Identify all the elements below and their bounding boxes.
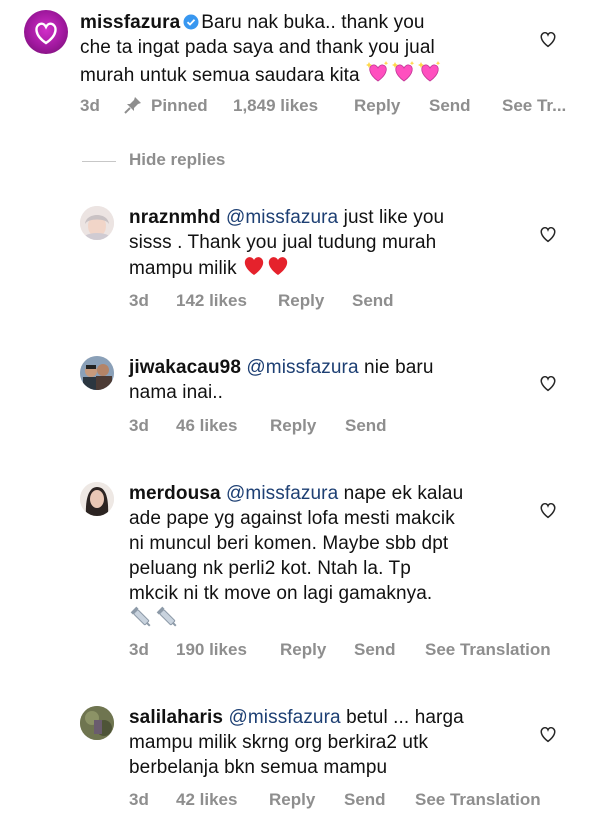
likes-count[interactable]: 42 likes: [176, 790, 237, 810]
reply-username[interactable]: salilaharis: [129, 707, 223, 728]
reply-text-line-4: peluang nk perli2 kot. Ntah la. Tp: [129, 558, 411, 579]
reply-text-line-1: nape ek kalau: [343, 483, 464, 504]
reply-merdousa: merdousa @missfazura nape ek kalau ade p…: [0, 476, 590, 666]
reply-meta: 3d 190 likes Reply Send See Translation: [129, 640, 589, 662]
replies-divider: [82, 161, 116, 162]
avatar-photo: [80, 356, 114, 390]
see-translation-button[interactable]: See Tr...: [502, 96, 566, 116]
reply-text-line-3: mampu milik: [129, 258, 237, 279]
reply-text-line-2: ade pape yg against lofa mesti makcik: [129, 508, 455, 529]
comment-username[interactable]: missfazura: [80, 12, 180, 33]
reply-text-line-1: just like you: [343, 207, 445, 228]
mention-link[interactable]: @missfazura: [226, 207, 338, 228]
avatar-photo: [80, 206, 114, 240]
see-translation-button[interactable]: See Translation: [425, 640, 551, 660]
likes-count[interactable]: 1,849 likes: [233, 96, 318, 116]
reply-salilaharis: salilaharis @missfazura betul ... harga …: [0, 700, 590, 824]
syringe-emoji: [129, 606, 155, 637]
likes-count[interactable]: 190 likes: [176, 640, 247, 660]
reply-body: jiwakacau98 @missfazura nie baru nama in…: [129, 355, 529, 405]
heart-sparkle-emoji: [391, 60, 417, 91]
reply-button[interactable]: Reply: [278, 291, 324, 311]
reply-meta: 3d 46 likes Reply Send: [129, 416, 569, 438]
avatar-merdousa[interactable]: [80, 482, 114, 516]
red-heart-emoji: [242, 255, 266, 284]
reply-username[interactable]: jiwakacau98: [129, 357, 241, 378]
heart-outline-icon[interactable]: [538, 30, 558, 48]
likes-count[interactable]: 142 likes: [176, 291, 247, 311]
reply-text-line-2: mampu milik skrng org berkira2 utk: [129, 732, 429, 753]
reply-body: merdousa @missfazura nape ek kalau ade p…: [129, 481, 539, 637]
avatar-nraznmhd[interactable]: [80, 206, 114, 240]
reply-text-line-1: nie baru: [364, 357, 434, 378]
avatar-photo: [80, 706, 114, 740]
reply-button[interactable]: Reply: [270, 416, 316, 436]
avatar-salilaharis[interactable]: [80, 706, 114, 740]
send-button[interactable]: Send: [429, 96, 471, 116]
send-button[interactable]: Send: [352, 291, 394, 311]
reply-username[interactable]: nraznmhd: [129, 207, 221, 228]
comment-text-line-3: murah untuk semua saudara kita: [80, 65, 360, 86]
reply-meta: 3d 142 likes Reply Send: [129, 291, 569, 313]
reply-text-line-1: betul ... harga: [346, 707, 464, 728]
reply-text-line-2: sisss . Thank you jual tudung murah: [129, 232, 437, 253]
reply-text-line-2: nama inai..: [129, 382, 224, 403]
reply-jiwakacau98: jiwakacau98 @missfazura nie baru nama in…: [0, 350, 590, 450]
reply-meta: 3d 42 likes Reply Send See Translation: [129, 790, 589, 812]
mention-link[interactable]: @missfazura: [226, 483, 338, 504]
send-button[interactable]: Send: [354, 640, 396, 660]
red-heart-emoji: [266, 255, 290, 284]
comment-text-line-2: che ta ingat pada saya and thank you jua…: [80, 37, 435, 58]
pin-icon: [124, 96, 142, 119]
avatar-photo: [80, 482, 114, 516]
see-translation-button[interactable]: See Translation: [415, 790, 541, 810]
reply-time: 3d: [129, 291, 149, 310]
send-button[interactable]: Send: [344, 790, 386, 810]
reply-time: 3d: [129, 416, 149, 435]
heart-outline-icon[interactable]: [538, 501, 558, 519]
reply-button[interactable]: Reply: [280, 640, 326, 660]
reply-text-line-5: mkcik ni tk move on lagi gamaknya.: [129, 583, 433, 604]
heart-sparkle-emoji: [417, 60, 443, 91]
hide-replies-button[interactable]: Hide replies: [129, 150, 225, 170]
heart-outline-icon[interactable]: [538, 225, 558, 243]
heart-logo-icon: [35, 22, 57, 45]
reply-body: salilaharis @missfazura betul ... harga …: [129, 705, 529, 780]
likes-count[interactable]: 46 likes: [176, 416, 237, 436]
reply-nraznmhd: nraznmhd @missfazura just like you sisss…: [0, 200, 590, 320]
heart-outline-icon[interactable]: [538, 374, 558, 392]
reply-username[interactable]: merdousa: [129, 483, 221, 504]
reply-time: 3d: [129, 790, 149, 809]
comment-time: 3d: [80, 96, 100, 115]
verified-badge-icon: [183, 14, 199, 30]
reply-text-line-3: berbelanja bkn semua mampu: [129, 757, 388, 778]
reply-text-line-3: ni muncul beri komen. Maybe sbb dpt: [129, 533, 449, 554]
comment-text-line-1: Baru nak buka.. thank you: [201, 12, 425, 33]
reply-time: 3d: [129, 640, 149, 659]
pinned-label: Pinned: [151, 96, 208, 115]
heart-sparkle-emoji: [365, 60, 391, 91]
mention-link[interactable]: @missfazura: [228, 707, 340, 728]
reply-button[interactable]: Reply: [269, 790, 315, 810]
comment-meta: 3d Pinned 1,849 likes Reply Send See Tr.…: [80, 96, 580, 118]
reply-button[interactable]: Reply: [354, 96, 400, 116]
reply-body: nraznmhd @missfazura just like you sisss…: [129, 205, 529, 284]
heart-outline-icon[interactable]: [538, 725, 558, 743]
syringe-emoji: [155, 606, 181, 637]
comment-body: missfazura Baru nak buka.. thank you che …: [80, 10, 520, 91]
avatar-missfazura[interactable]: [24, 10, 68, 54]
comment-missfazura: missfazura Baru nak buka.. thank you che …: [0, 0, 590, 130]
send-button[interactable]: Send: [345, 416, 387, 436]
mention-link[interactable]: @missfazura: [246, 357, 358, 378]
avatar-jiwakacau98[interactable]: [80, 356, 114, 390]
